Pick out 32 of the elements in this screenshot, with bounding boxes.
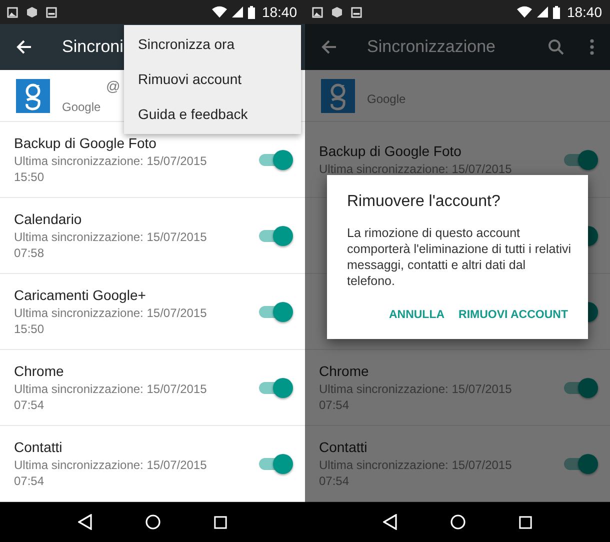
last-sync-time: 15:50 — [14, 320, 46, 336]
screen-title: Sincronizzazione — [367, 37, 496, 57]
last-sync-time: 07:54 — [14, 472, 46, 488]
status-time: 18:40 — [262, 4, 297, 20]
status-time: 18:40 — [566, 4, 602, 20]
last-sync-text: Ultima sincronizzazione: 15/07/2015 — [319, 456, 513, 472]
last-sync-time: 07:54 — [319, 396, 350, 412]
sync-item-title: Backup di Google Foto — [14, 134, 158, 150]
last-sync-text: Ultima sincronizzazione: 15/07/2015 — [14, 152, 208, 168]
last-sync-time: 07:58 — [14, 244, 46, 260]
sync-item-title: Contatti — [14, 438, 64, 454]
dialog-title: Rimuovere l'account? — [347, 193, 502, 211]
sync-item-title: Contatti — [319, 438, 368, 454]
sync-item-title: Caricamenti Google+ — [14, 286, 147, 302]
last-sync-text: Ultima sincronizzazione: 15/07/2015 — [14, 228, 208, 244]
last-sync-text: Ultima sincronizzazione: 15/07/2015 — [14, 304, 208, 320]
last-sync-text: Ultima sincronizzazione: 15/07/2015 — [319, 380, 513, 396]
sync-item-title: Calendario — [14, 210, 83, 226]
dialog-message: La rimozione di questo account comporterà l'eliminazione di tutti i relativi messaggi, contatti e altri dati dal telefono. — [347, 225, 572, 289]
last-sync-time: 07:54 — [14, 396, 46, 412]
screen-title: Sincroni — [62, 37, 124, 57]
sync-item-title: Chrome — [14, 362, 65, 378]
account-provider: Google — [62, 100, 101, 114]
last-sync-time: 07:54 — [319, 472, 350, 488]
sync-item-title: Backup di Google Foto — [319, 142, 462, 158]
sync-item-title: Chrome — [319, 362, 370, 378]
last-sync-text: Ultima sincronizzazione: 15/07/2015 — [14, 380, 208, 396]
last-sync-text: Ultima sincronizzazione: 15/07/2015 — [14, 456, 208, 472]
account-email: @ — [106, 78, 120, 94]
last-sync-time: 15:50 — [14, 168, 46, 184]
last-sync-text: Ultima sincronizzazione: 15/07/2015 — [319, 160, 513, 176]
account-provider: Google — [367, 92, 406, 106]
